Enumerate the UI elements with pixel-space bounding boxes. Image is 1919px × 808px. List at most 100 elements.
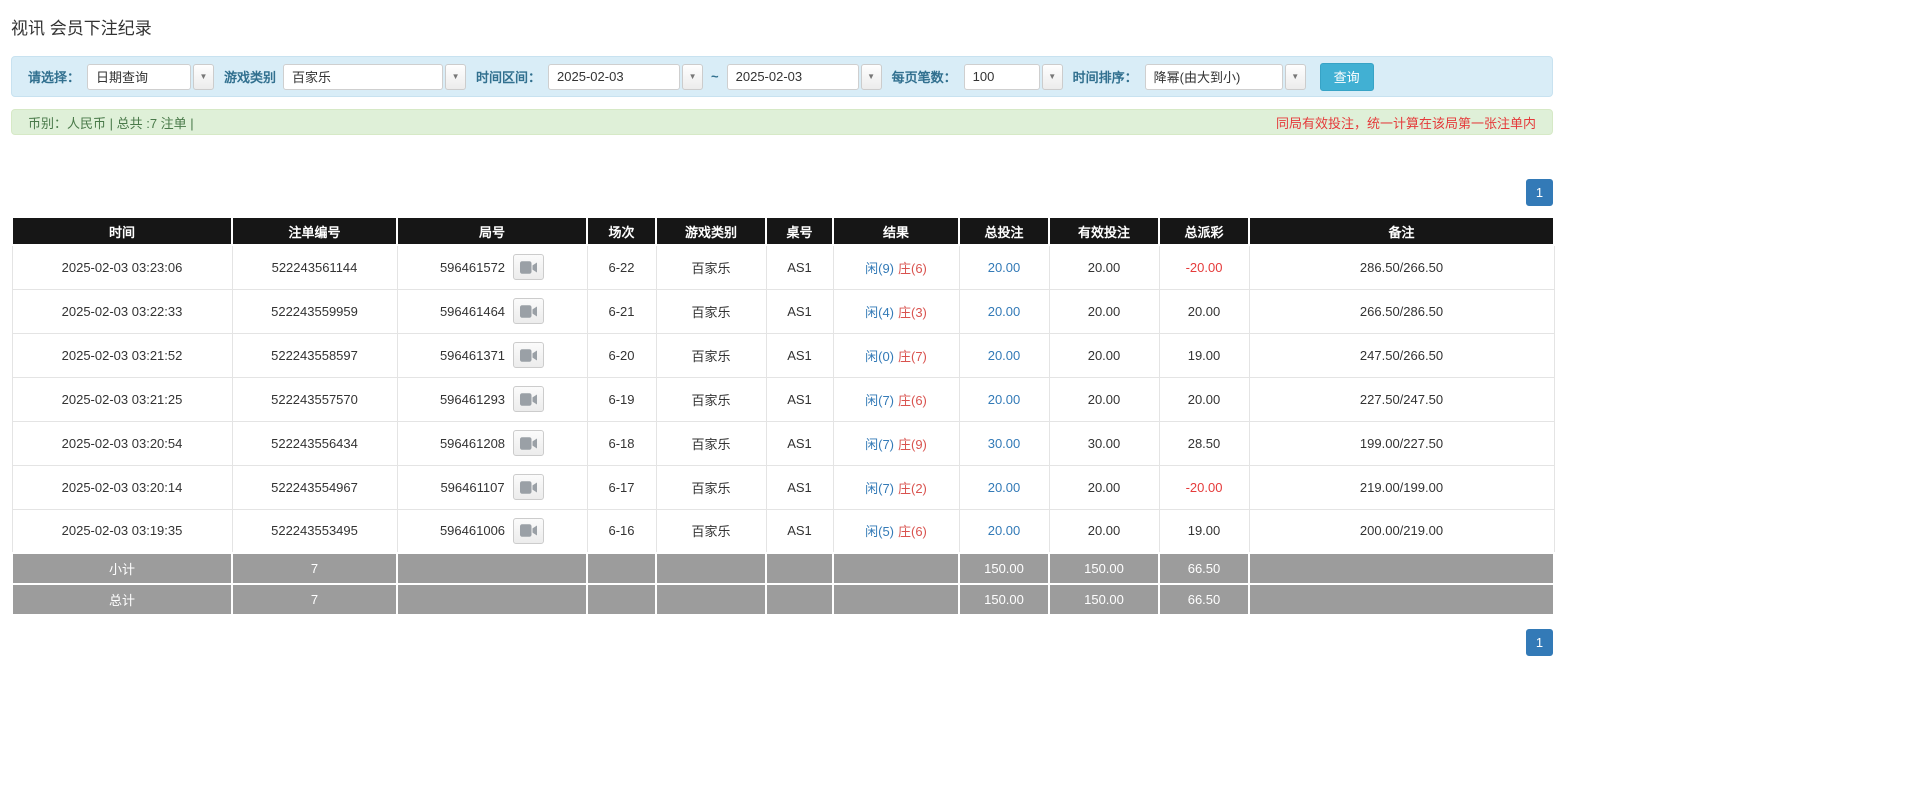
valid-bet-cell: 20.00 xyxy=(1048,332,1160,378)
round-id-text: 596461107 xyxy=(440,479,505,495)
table-row: 2025-02-03 03:19:35 522243553495 5964610… xyxy=(11,508,1555,554)
date-to-input[interactable] xyxy=(726,63,859,90)
page-1-button[interactable]: 1 xyxy=(1526,179,1553,206)
chevron-down-icon: ▼ xyxy=(688,71,697,81)
result-banker: 庄(2) xyxy=(898,480,927,496)
total-row: 总计 7 150.00 150.00 66.50 xyxy=(11,583,1555,616)
subtotal-total-bet: 150.00 xyxy=(958,552,1050,585)
valid-bet-cell: 20.00 xyxy=(1048,464,1160,510)
session-cell: 6-17 xyxy=(586,464,657,510)
video-replay-button[interactable] xyxy=(513,254,545,281)
table-summary: 小计 7 150.00 150.00 66.50 总计 7 150.00 150… xyxy=(11,552,1555,616)
query-type-dropdown-button[interactable]: ▼ xyxy=(193,63,215,90)
subtotal-row: 小计 7 150.00 150.00 66.50 xyxy=(11,552,1555,585)
table-body: 2025-02-03 03:23:06 522243561144 5964615… xyxy=(11,244,1555,554)
session-cell: 6-21 xyxy=(586,288,657,334)
filter-bar: 请选择： ▼ 游戏类别 ▼ 时间区间： ▼ ~ ▼ xyxy=(11,56,1553,97)
valid-bet-cell: 20.00 xyxy=(1048,508,1160,554)
video-replay-button[interactable] xyxy=(512,474,544,500)
video-replay-button[interactable] xyxy=(513,298,545,324)
date-from-input[interactable] xyxy=(548,63,681,90)
empty-cell xyxy=(396,552,588,585)
video-replay-button[interactable] xyxy=(513,517,545,544)
table-number-cell: AS1 xyxy=(765,244,834,290)
search-button[interactable]: 查询 xyxy=(1319,62,1374,91)
game-type-cell: 百家乐 xyxy=(655,420,767,466)
empty-cell xyxy=(765,552,834,585)
table-number-cell: AS1 xyxy=(765,508,834,554)
table-number-cell: AS1 xyxy=(765,464,834,510)
column-header: 时间 xyxy=(11,218,233,246)
round-cell: 596461107 xyxy=(396,464,588,510)
game-type-input[interactable] xyxy=(283,63,444,90)
table-header-row: 时间 注单编号 局号 场次 游戏类别 桌号 结果 总投注 有效投注 总派彩 备注 xyxy=(11,218,1555,246)
result-cell: 闲(7) 庄(2) xyxy=(832,464,960,510)
sort-dropdown-button[interactable]: ▼ xyxy=(1284,63,1306,90)
remark-cell: 227.50/247.50 xyxy=(1248,376,1555,422)
total-bet-link[interactable]: 30.00 xyxy=(958,420,1050,466)
session-cell: 6-16 xyxy=(586,508,657,554)
total-bet-link[interactable]: 20.00 xyxy=(958,332,1050,378)
column-header: 场次 xyxy=(586,218,657,246)
subtotal-count: 7 xyxy=(231,552,398,585)
empty-cell xyxy=(396,583,588,616)
table-row: 2025-02-03 03:23:06 522243561144 5964615… xyxy=(11,244,1555,290)
bet-id-cell: 522243553495 xyxy=(231,508,398,554)
result-player: 闲(7) xyxy=(865,436,894,452)
video-camera-icon xyxy=(520,524,538,538)
table-number-cell: AS1 xyxy=(765,288,834,334)
valid-bet-cell: 30.00 xyxy=(1048,420,1160,466)
result-banker: 庄(6) xyxy=(898,524,927,540)
total-bet-link[interactable]: 20.00 xyxy=(958,288,1050,334)
sort-input[interactable] xyxy=(1144,63,1283,90)
total-total-bet: 150.00 xyxy=(958,583,1050,616)
date-to-dropdown-button[interactable]: ▼ xyxy=(860,63,882,90)
total-bet-link[interactable]: 20.00 xyxy=(958,244,1050,290)
round-id-text: 596461208 xyxy=(439,435,506,451)
total-label: 总计 xyxy=(11,583,233,616)
valid-bet-cell: 20.00 xyxy=(1048,288,1160,334)
result-cell: 闲(5) 庄(6) xyxy=(832,508,960,554)
subtotal-label: 小计 xyxy=(11,552,233,585)
total-bet-link[interactable]: 20.00 xyxy=(958,464,1050,510)
payout-cell: 20.00 xyxy=(1158,376,1250,422)
time-cell: 2025-02-03 03:19:35 xyxy=(11,508,233,554)
pagination-top: 1 xyxy=(11,179,1553,206)
date-to-combo: ▼ xyxy=(726,63,882,90)
game-type-dropdown-button[interactable]: ▼ xyxy=(445,63,467,90)
page-1-button[interactable]: 1 xyxy=(1526,629,1553,656)
session-cell: 6-22 xyxy=(586,244,657,290)
chevron-down-icon: ▼ xyxy=(867,71,876,81)
video-camera-icon xyxy=(520,392,538,406)
remark-cell: 247.50/266.50 xyxy=(1248,332,1555,378)
chevron-down-icon: ▼ xyxy=(1048,71,1057,81)
session-cell: 6-18 xyxy=(586,420,657,466)
round-id-text: 596461006 xyxy=(439,523,506,539)
date-from-dropdown-button[interactable]: ▼ xyxy=(682,63,704,90)
video-replay-button[interactable] xyxy=(513,430,545,456)
empty-cell xyxy=(832,552,960,585)
query-type-input[interactable] xyxy=(87,63,192,90)
chevron-down-icon: ▼ xyxy=(199,71,208,81)
page-size-dropdown-button[interactable]: ▼ xyxy=(1041,63,1063,90)
page-title: 视讯 会员下注纪录 xyxy=(11,19,152,38)
result-player: 闲(7) xyxy=(865,392,894,408)
round-cell: 596461464 xyxy=(396,288,588,334)
subtotal-valid-bet: 150.00 xyxy=(1048,552,1160,585)
total-valid-bet: 150.00 xyxy=(1048,583,1160,616)
column-header: 注单编号 xyxy=(231,218,398,246)
select-label: 请选择： xyxy=(28,70,81,85)
payout-cell: -20.00 xyxy=(1158,244,1250,290)
video-camera-icon xyxy=(520,348,538,362)
time-cell: 2025-02-03 03:20:54 xyxy=(11,420,233,466)
total-bet-link[interactable]: 20.00 xyxy=(958,508,1050,554)
video-replay-button[interactable] xyxy=(513,386,545,412)
game-type-combo: ▼ xyxy=(283,63,467,90)
table-number-cell: AS1 xyxy=(765,376,834,422)
round-id-text: 596461464 xyxy=(439,303,506,319)
video-replay-button[interactable] xyxy=(513,342,545,368)
result-player: 闲(7) xyxy=(865,480,894,496)
page-size-input[interactable] xyxy=(963,63,1040,90)
total-bet-link[interactable]: 20.00 xyxy=(958,376,1050,422)
sort-combo: ▼ xyxy=(1144,63,1306,90)
